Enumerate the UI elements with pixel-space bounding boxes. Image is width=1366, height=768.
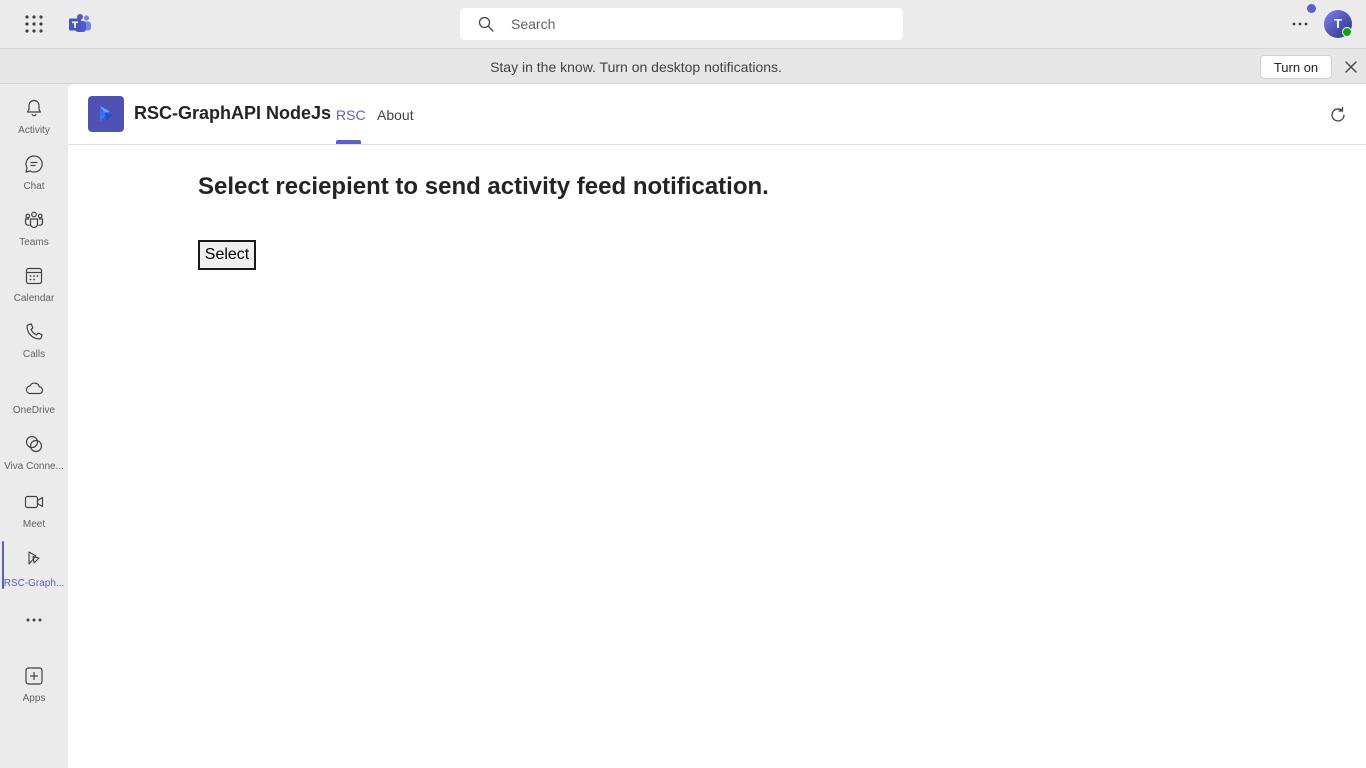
rail-item-apps[interactable]: Apps — [0, 658, 68, 712]
rail-item-label: Activity — [18, 125, 50, 136]
rail-item-label: Viva Conne... — [4, 461, 64, 472]
banner-message: Stay in the know. Turn on desktop notifi… — [490, 59, 782, 75]
viva-connections-icon — [24, 434, 44, 454]
active-tab-indicator — [336, 140, 361, 144]
app-content: RSC-GraphAPI NodeJs RSC About Select rec… — [68, 84, 1366, 768]
app-launcher-icon[interactable] — [22, 12, 46, 36]
rail-item-label: Calendar — [13, 293, 55, 304]
turn-on-button[interactable]: Turn on — [1260, 55, 1332, 79]
cloud-icon — [24, 378, 44, 398]
rail-item-onedrive[interactable]: OneDrive — [0, 370, 68, 424]
app-header: RSC-GraphAPI NodeJs RSC About — [68, 84, 1366, 145]
add-apps-icon — [24, 666, 44, 686]
more-apps-icon — [24, 610, 44, 630]
search-input[interactable]: Search — [511, 16, 555, 32]
select-button[interactable]: Select — [198, 240, 256, 270]
refresh-icon[interactable] — [1328, 105, 1348, 125]
rail-item-label: Meet — [22, 519, 46, 530]
profile-avatar[interactable]: T — [1324, 10, 1352, 38]
teams-logo-icon — [68, 12, 92, 36]
close-icon[interactable] — [1343, 59, 1359, 75]
rail-item-calls[interactable]: Calls — [0, 314, 68, 368]
rail-item-chat[interactable]: Chat — [0, 146, 68, 200]
app-title: RSC-GraphAPI NodeJs — [134, 103, 332, 123]
rail-item-label: Apps — [22, 693, 46, 704]
rail-item-label: Calls — [22, 349, 46, 360]
tab-about[interactable]: About — [377, 107, 414, 123]
calendar-icon — [24, 266, 44, 286]
more-options-icon[interactable] — [1287, 14, 1313, 34]
phone-icon — [24, 322, 44, 342]
rail-item-meet[interactable]: Meet — [0, 484, 68, 538]
search-box[interactable]: Search — [460, 8, 903, 40]
page-heading: Select reciepient to send activity feed … — [198, 173, 769, 200]
rail-item-viva-connections[interactable]: Viva Conne... — [0, 426, 68, 480]
bell-icon — [24, 98, 44, 118]
chat-icon — [24, 154, 44, 174]
presence-available-icon — [1342, 27, 1352, 37]
rail-item-label: Chat — [23, 181, 45, 192]
rail-item-calendar[interactable]: Calendar — [0, 258, 68, 312]
notification-banner: Stay in the know. Turn on desktop notifi… — [0, 48, 1366, 84]
app-logo-icon — [88, 96, 124, 132]
rail-item-more[interactable] — [0, 604, 68, 636]
rail-item-activity[interactable]: Activity — [0, 90, 68, 144]
rsc-app-icon — [26, 550, 42, 566]
app-bar: Activity Chat Teams Calendar Calls OneDr… — [0, 84, 68, 768]
rail-item-label: RSC-Graph... — [3, 578, 65, 589]
rail-item-label: OneDrive — [12, 405, 56, 416]
search-icon — [478, 16, 494, 32]
rail-item-rsc-graphapi[interactable]: RSC-Graph... — [0, 543, 68, 597]
tab-rsc[interactable]: RSC — [336, 107, 366, 123]
notification-dot — [1307, 4, 1316, 13]
video-camera-icon — [24, 492, 44, 512]
top-bar: Search T — [0, 0, 1366, 48]
teams-icon — [24, 210, 44, 230]
rail-item-label: Teams — [19, 237, 49, 248]
rail-item-teams[interactable]: Teams — [0, 202, 68, 256]
